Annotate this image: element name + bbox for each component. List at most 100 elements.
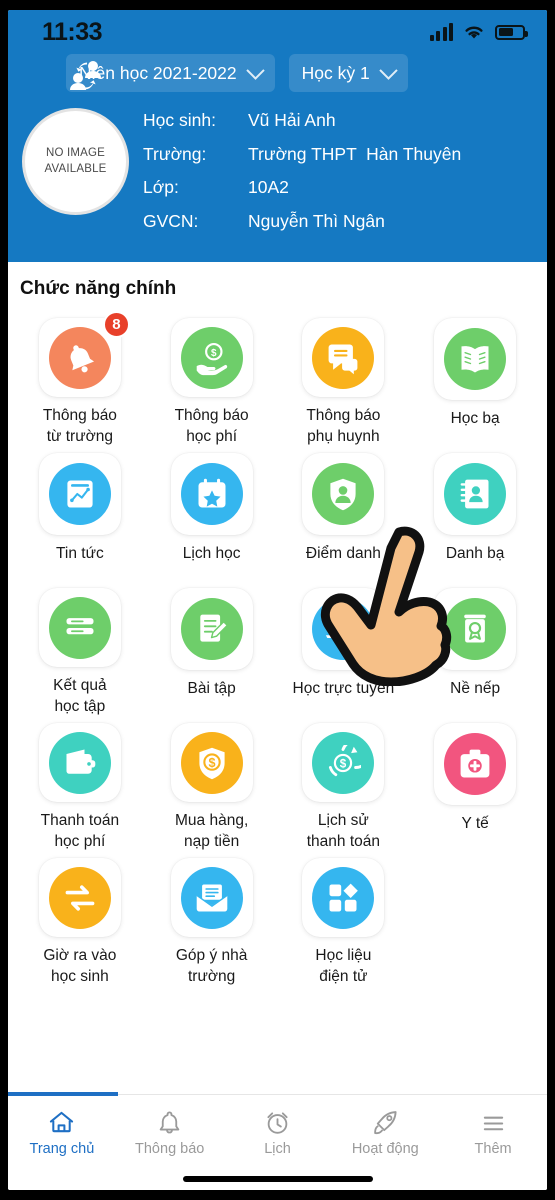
feature-item[interactable]: Bài tập (146, 582, 278, 717)
nav-item-trang-chủ[interactable]: Trang chủ (8, 1095, 116, 1171)
feature-tile[interactable] (38, 588, 121, 668)
feature-tile[interactable] (302, 588, 385, 670)
app-screen: 11:33 Niên học 2021-2022 Học kỳ 1 NO IMA… (8, 10, 547, 1190)
feature-item[interactable]: 8 Thông báo từ trường (14, 311, 146, 447)
nav-progress-indicator (8, 1092, 118, 1096)
bell-outline-icon (156, 1109, 183, 1136)
feature-label: Học trực tuyến (292, 680, 395, 697)
shield-dollar-icon: $ (180, 731, 243, 794)
feature-tile[interactable]: $ (302, 723, 385, 803)
feature-label: Thông báo phụ huynh (306, 407, 381, 445)
feature-tile[interactable] (38, 858, 121, 938)
feature-tile[interactable] (434, 318, 517, 400)
battery-icon (495, 24, 528, 40)
info-row-teacher: GVCN: Nguyễn Thì Ngân (143, 212, 461, 231)
feature-label: Bài tập (187, 680, 236, 697)
bell-icon (48, 326, 111, 389)
nav-item-hoạt-động[interactable]: Hoạt động (331, 1095, 439, 1171)
nav-item-thêm[interactable]: Thêm (439, 1095, 547, 1171)
wifi-icon (465, 26, 483, 39)
info-row-school: Trường: Trường THPT Hàn Thuyên (143, 143, 462, 164)
feature-item[interactable]: Học bạ (409, 312, 541, 447)
feature-item[interactable]: Nề nếp (409, 582, 541, 717)
switch-students-icon[interactable] (65, 56, 105, 96)
feature-label: Tin tức (56, 545, 104, 562)
feature-label: Học liệu điện tử (315, 947, 372, 985)
info-row-student: Học sinh: Vũ Hải Anh (143, 111, 461, 130)
feature-item[interactable]: $ Lịch sử thanh toán (278, 717, 410, 852)
term-label: Học kỳ 1 (301, 62, 370, 83)
online-class-icon (312, 598, 375, 660)
feature-item[interactable]: $ Thông báo học phí (146, 312, 278, 447)
feature-label: Điểm danh (305, 545, 381, 562)
feature-tile[interactable] (170, 588, 253, 670)
feature-item[interactable]: Điểm danh (278, 447, 410, 582)
nav-item-label: Lịch (264, 1141, 291, 1157)
feature-tile[interactable] (302, 453, 385, 535)
student-info-table: Học sinh: Vũ Hải Anh Trường: Trường THPT… (143, 106, 461, 246)
contacts-book-icon (444, 463, 507, 525)
feature-item[interactable]: $ Mua hàng, nạp tiền (146, 717, 278, 852)
feature-label: Thanh toán học phí (40, 812, 120, 850)
feature-item[interactable]: Danh bạ (409, 447, 541, 582)
svg-text:$: $ (340, 757, 347, 770)
app-header: 11:33 Niên học 2021-2022 Học kỳ 1 NO IMA… (8, 10, 547, 262)
nav-item-label: Hoạt động (351, 1141, 419, 1157)
in-out-arrows-icon (48, 866, 111, 929)
info-row-class: Lớp: 10A2 (143, 177, 461, 197)
feature-tile[interactable] (38, 723, 121, 803)
info-label: Lớp: (143, 177, 179, 197)
svg-text:$: $ (208, 756, 215, 770)
info-value: Trường THPT Hàn Thuyên (248, 143, 462, 164)
feature-item[interactable]: Tin tức (14, 447, 146, 582)
chevron-down-icon (379, 60, 398, 80)
feature-tile[interactable] (302, 858, 385, 938)
feature-tile[interactable] (302, 318, 385, 398)
feature-item[interactable]: Y tế (409, 717, 541, 852)
nav-item-label: Trang chủ (29, 1141, 95, 1157)
feature-tile[interactable] (434, 723, 517, 805)
feature-label: Y tế (461, 815, 489, 832)
alarm-clock-icon (264, 1109, 291, 1136)
feature-label: Mua hàng, nạp tiền (175, 812, 249, 850)
student-info-panel: NO IMAGE AVAILABLE Học sinh: Vũ Hải Anh … (8, 102, 547, 262)
avatar[interactable]: NO IMAGE AVAILABLE (22, 108, 129, 215)
chevron-down-icon (245, 60, 265, 80)
info-value: 10A2 (248, 177, 289, 197)
payment-history-icon: $ (312, 731, 375, 794)
feature-label: Học bạ (450, 410, 500, 427)
feature-tile[interactable] (38, 453, 121, 535)
feature-tile[interactable]: $ (170, 318, 253, 398)
feature-item[interactable]: Học trực tuyến (278, 582, 410, 717)
home-indicator-bar[interactable] (182, 1176, 373, 1182)
homework-pencil-icon (180, 598, 243, 660)
envelope-icon (180, 866, 243, 929)
feature-label: Giờ ra vào học sinh (43, 947, 117, 985)
notification-badge: 8 (102, 311, 130, 338)
feature-item[interactable]: Thanh toán học phí (14, 717, 146, 852)
feature-item[interactable]: Lịch học (146, 447, 278, 582)
results-list-icon (48, 596, 111, 659)
feature-label: Nề nếp (450, 680, 501, 697)
nav-item-thông-báo[interactable]: Thông báo (116, 1095, 224, 1171)
feature-tile[interactable]: 8 (38, 311, 130, 398)
feature-item[interactable]: Học liệu điện tử (278, 852, 410, 987)
feature-tile[interactable]: $ (170, 723, 253, 803)
feature-tile[interactable] (170, 453, 253, 535)
wallet-icon (48, 731, 111, 794)
feature-label: Thông báo từ trường (42, 407, 117, 445)
home-icon (48, 1109, 75, 1136)
term-selector[interactable]: Học kỳ 1 (288, 54, 408, 92)
feature-tile[interactable] (434, 588, 517, 670)
info-label: Trường: (143, 143, 207, 164)
feature-item[interactable]: Giờ ra vào học sinh (14, 852, 146, 987)
feature-tile[interactable] (170, 858, 253, 938)
feature-item[interactable]: Góp ý nhà trường (146, 852, 278, 987)
feature-item[interactable]: Thông báo phụ huynh (278, 312, 410, 447)
nav-item-label: Thêm (474, 1141, 512, 1157)
feature-tile[interactable] (434, 453, 517, 535)
nav-item-lịch[interactable]: Lịch (224, 1095, 332, 1171)
feature-item[interactable]: Kết quả học tập (14, 582, 146, 717)
status-bar: 11:33 (8, 10, 547, 54)
calendar-star-icon (180, 463, 243, 525)
